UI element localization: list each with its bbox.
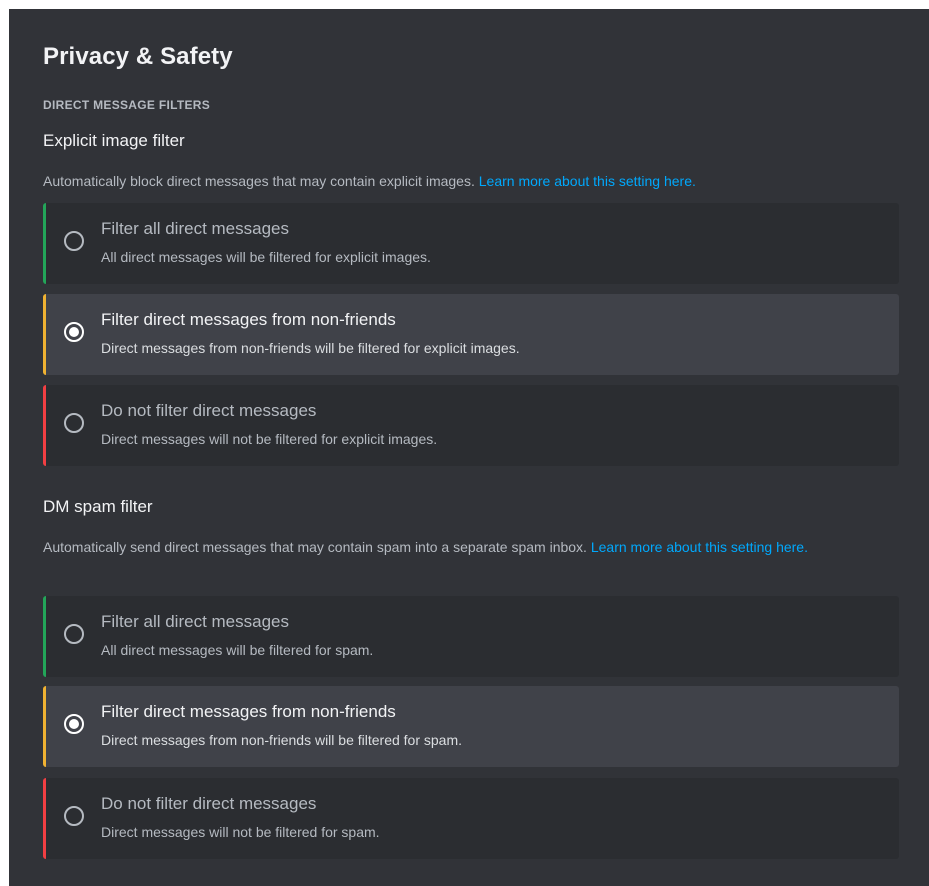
explicit-option-non-friends[interactable]: Filter direct messages from non-friends … [43,294,899,375]
radio-unchecked-icon[interactable] [64,413,84,433]
option-description: All direct messages will be filtered for… [101,642,374,658]
spam-filter-description-text: Automatically send direct messages that … [43,539,587,555]
spam-filter-description: Automatically send direct messages that … [43,536,893,559]
radio-checked-icon[interactable] [64,322,84,342]
radio-unchecked-icon[interactable] [64,231,84,251]
spam-filter-title: DM spam filter [43,497,153,516]
spam-option-non-friends[interactable]: Filter direct messages from non-friends … [43,686,899,767]
explicit-filter-learn-more-link[interactable]: Learn more about this setting here. [479,173,696,189]
explicit-filter-description: Automatically block direct messages that… [43,170,893,193]
option-description: Direct messages from non-friends will be… [101,340,520,356]
option-label: Filter direct messages from non-friends [101,310,396,329]
explicit-filter-title: Explicit image filter [43,131,185,150]
option-description: Direct messages will not be filtered for… [101,431,438,447]
explicit-filter-description-text: Automatically block direct messages that… [43,173,475,189]
explicit-option-no-filter[interactable]: Do not filter direct messages Direct mes… [43,385,899,466]
option-label: Filter direct messages from non-friends [101,702,396,721]
radio-dot [69,719,79,729]
radio-dot [69,327,79,337]
spam-option-no-filter[interactable]: Do not filter direct messages Direct mes… [43,778,899,859]
spam-option-filter-all[interactable]: Filter all direct messages All direct me… [43,596,899,677]
radio-unchecked-icon[interactable] [64,624,84,644]
explicit-option-filter-all[interactable]: Filter all direct messages All direct me… [43,203,899,284]
spam-filter-learn-more-link[interactable]: Learn more about this setting here. [591,539,808,555]
settings-panel: Privacy & Safety DIRECT MESSAGE FILTERS … [9,9,929,886]
option-label: Filter all direct messages [101,612,290,631]
option-description: Direct messages will not be filtered for… [101,824,380,840]
option-description: Direct messages from non-friends will be… [101,732,463,748]
option-label: Do not filter direct messages [101,401,317,420]
option-description: All direct messages will be filtered for… [101,249,431,265]
option-label: Filter all direct messages [101,219,290,238]
radio-unchecked-icon[interactable] [64,806,84,826]
radio-checked-icon[interactable] [64,714,84,734]
option-label: Do not filter direct messages [101,794,317,813]
section-header: DIRECT MESSAGE FILTERS [43,98,211,112]
page-title: Privacy & Safety [43,43,233,70]
